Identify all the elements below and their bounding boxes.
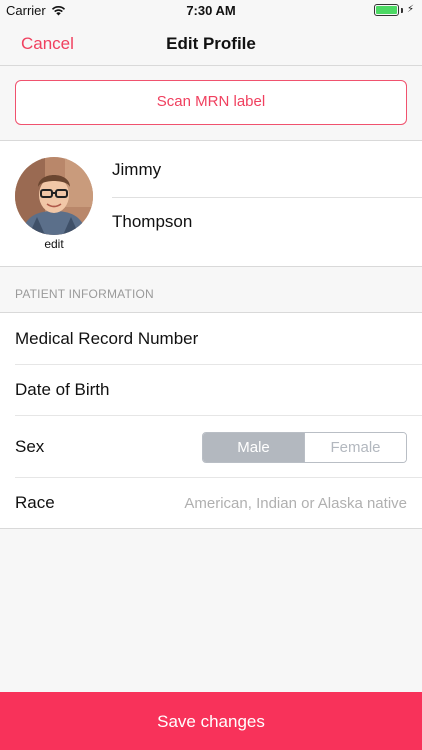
mrn-row[interactable]: Medical Record Number xyxy=(0,313,422,364)
name-section: edit Jimmy Thompson xyxy=(0,141,422,267)
race-label: Race xyxy=(15,493,55,512)
sex-segmented-control: Male Female xyxy=(202,432,407,463)
avatar-edit-button[interactable]: edit xyxy=(15,237,93,251)
scan-mrn-button[interactable]: Scan MRN label xyxy=(15,80,407,125)
race-value: American, Indian or Alaska native xyxy=(184,495,407,512)
status-time: 7:30 AM xyxy=(186,3,236,18)
scan-section: Scan MRN label xyxy=(0,66,422,141)
patient-information-form: Medical Record Number Date of Birth Sex … xyxy=(0,313,422,529)
last-name-field[interactable]: Thompson xyxy=(112,198,422,249)
battery-icon xyxy=(373,4,399,16)
date-of-birth-label: Date of Birth xyxy=(15,380,110,399)
navigation-bar: Cancel Edit Profile xyxy=(0,22,422,66)
sex-label: Sex xyxy=(15,437,45,456)
section-header-label: PATIENT INFORMATION xyxy=(15,287,154,301)
status-bar: Carrier 7:30 AM ⚡ xyxy=(0,0,422,22)
avatar-photo xyxy=(15,157,93,235)
date-of-birth-row[interactable]: Date of Birth xyxy=(0,364,422,415)
sex-row: Sex Male Female xyxy=(0,415,422,477)
page-title: Edit Profile xyxy=(166,34,256,53)
battery-tip xyxy=(400,7,403,13)
status-right: ⚡ xyxy=(373,4,414,16)
avatar[interactable] xyxy=(15,157,93,235)
battery-level xyxy=(375,6,397,14)
charging-bolt-icon: ⚡ xyxy=(406,4,414,15)
race-row[interactable]: Race American, Indian or Alaska native xyxy=(0,477,422,529)
patient-information-header: PATIENT INFORMATION xyxy=(0,267,422,313)
mrn-label: Medical Record Number xyxy=(15,329,199,348)
sex-option-female[interactable]: Female xyxy=(304,433,406,462)
sex-option-male[interactable]: Male xyxy=(203,433,304,462)
first-name-field[interactable]: Jimmy xyxy=(112,141,422,198)
save-changes-button[interactable]: Save changes xyxy=(0,692,422,750)
